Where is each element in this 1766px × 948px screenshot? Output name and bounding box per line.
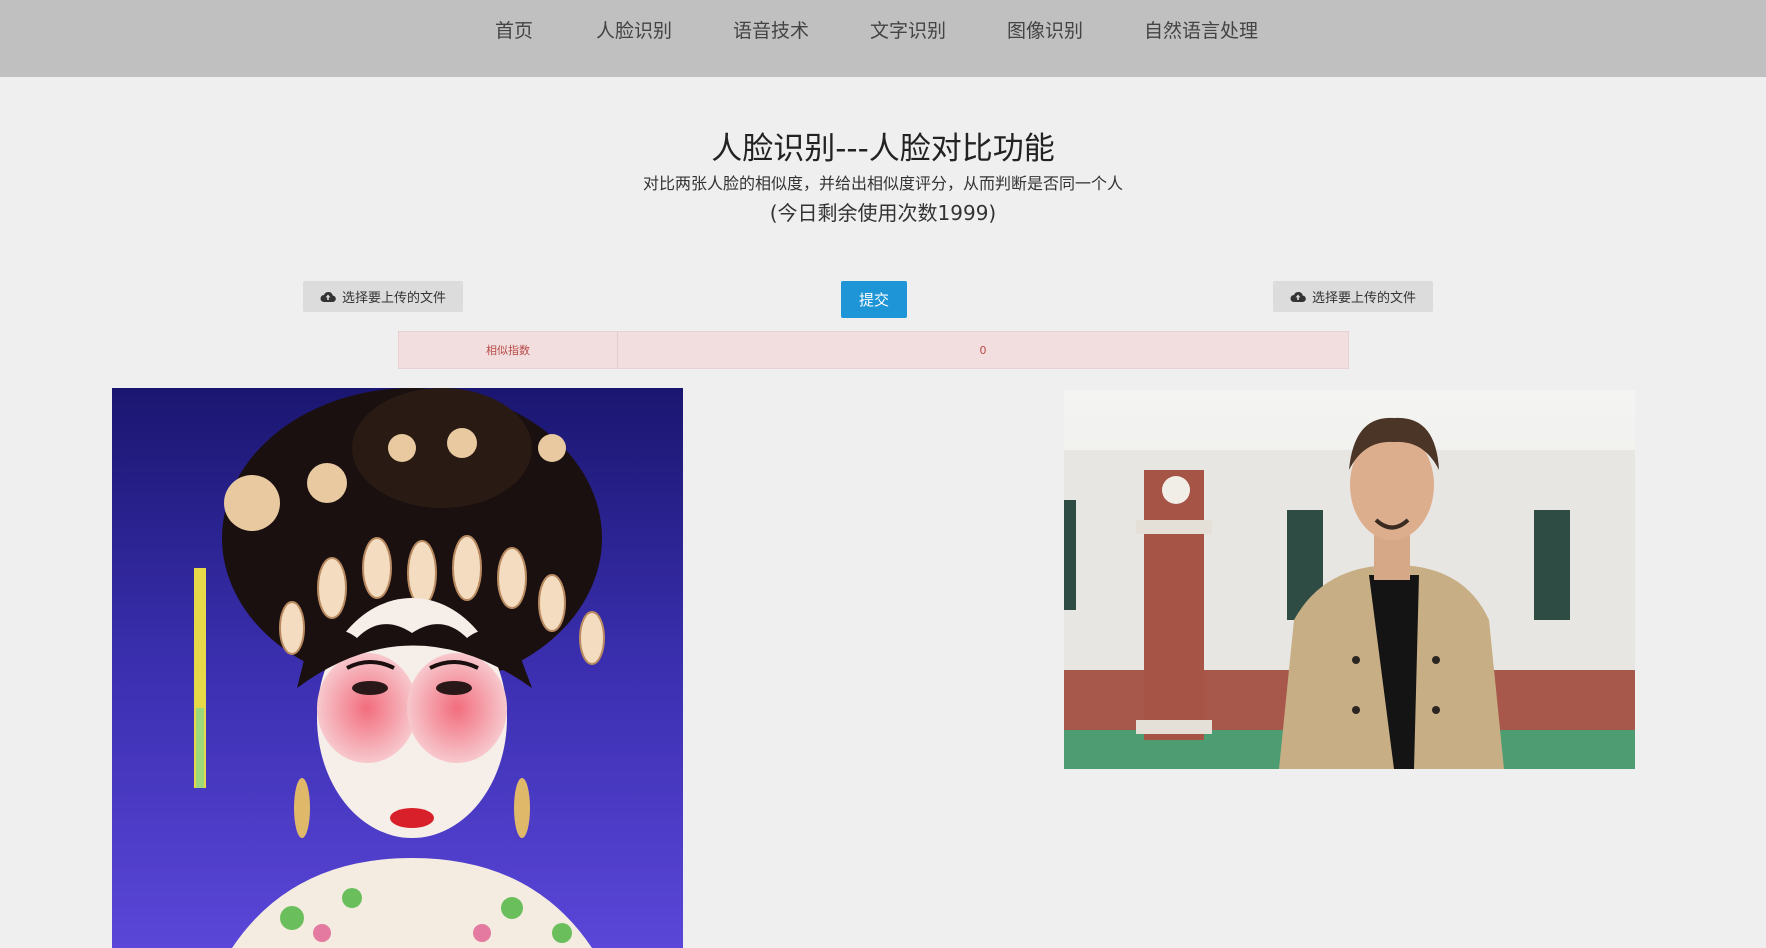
upload-label-right: 选择要上传的文件 <box>1311 291 1416 306</box>
page-title: 人脸识别---人脸对比功能 <box>711 131 1055 167</box>
cloud-upload-icon <box>320 292 336 303</box>
cloud-upload-icon <box>1290 292 1306 303</box>
nav-item-speech[interactable]: 语音技术 <box>733 19 809 43</box>
right-face-image <box>1064 390 1635 769</box>
page-description: 对比两张人脸的相似度，并给出相似度评分，从而判断是否同一个人 <box>642 174 1123 193</box>
top-navbar: 首页 人脸识别 语音技术 文字识别 图像识别 自然语言处理 <box>0 0 1766 77</box>
remaining-count: (今日剩余使用次数1999) <box>769 201 997 225</box>
similarity-label: 相似指数 <box>399 332 618 368</box>
similarity-value: 0 <box>979 343 987 357</box>
nav-item-image-recognition[interactable]: 图像识别 <box>1007 19 1083 43</box>
upload-label-left: 选择要上传的文件 <box>341 291 446 306</box>
left-face-image <box>112 388 683 948</box>
nav-item-nlp[interactable]: 自然语言处理 <box>1144 19 1258 43</box>
similarity-result-row: 相似指数 0 <box>398 331 1349 369</box>
upload-button-right[interactable]: 选择要上传的文件 <box>1273 281 1433 312</box>
submit-button[interactable]: 提交 <box>841 281 907 318</box>
upload-button-left[interactable]: 选择要上传的文件 <box>303 281 463 312</box>
nav-item-ocr[interactable]: 文字识别 <box>870 19 946 43</box>
nav-item-face-recognition[interactable]: 人脸识别 <box>596 19 672 43</box>
nav-item-home[interactable]: 首页 <box>495 19 533 43</box>
